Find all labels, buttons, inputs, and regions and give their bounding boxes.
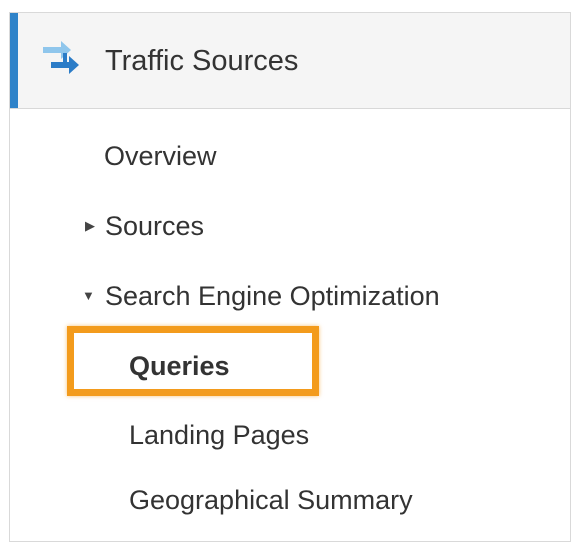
nav-item-seo[interactable]: Search Engine Optimization (105, 279, 440, 313)
sidebar-panel: Traffic Sources Overview ▶ Sources ▼ Sea… (9, 12, 571, 542)
caret-right-icon[interactable]: ▶ (85, 209, 95, 243)
nav-item-landing-pages[interactable]: Landing Pages (129, 418, 309, 452)
nav-item-geographical-summary[interactable]: Geographical Summary (129, 483, 413, 517)
section-header-traffic-sources[interactable]: Traffic Sources (10, 13, 570, 109)
traffic-arrows-icon (37, 35, 83, 81)
active-section-indicator (10, 13, 18, 108)
nav-item-sources[interactable]: Sources (105, 209, 204, 243)
nav-item-queries[interactable]: Queries (129, 349, 230, 383)
section-title: Traffic Sources (105, 45, 299, 77)
nav-item-overview[interactable]: Overview (104, 139, 217, 173)
caret-down-icon[interactable]: ▼ (82, 279, 95, 313)
